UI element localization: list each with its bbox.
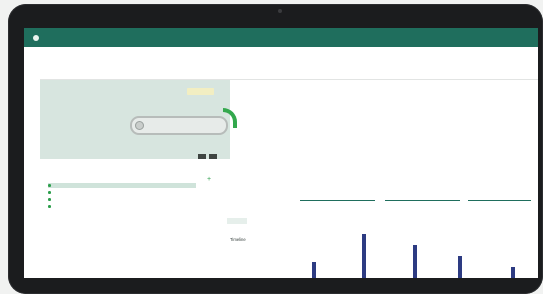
- expand-plus-icon[interactable]: +: [207, 176, 211, 183]
- list-item[interactable]: [48, 197, 196, 202]
- list-item[interactable]: [48, 204, 196, 209]
- list-item[interactable]: [48, 183, 196, 188]
- chart-area: Timeline: [205, 213, 538, 278]
- chart-bar: [362, 234, 366, 278]
- progress-track: [130, 116, 228, 135]
- tab-1[interactable]: [227, 218, 247, 224]
- status-dot-icon: [48, 205, 51, 208]
- status-badge: [187, 88, 214, 95]
- logo-mark-icon: [33, 35, 39, 41]
- status-dot-icon: [48, 191, 51, 194]
- metric-bar-2: [385, 200, 460, 202]
- chart-bar: [413, 245, 417, 278]
- status-dot-icon: [48, 184, 51, 187]
- metric-bar-3: [468, 200, 531, 202]
- chart-bar: [312, 262, 316, 278]
- chart-bar: [511, 267, 515, 278]
- app-screen: + Timeline: [24, 28, 538, 278]
- laptop-frame: + Timeline: [8, 4, 543, 294]
- camera: [278, 9, 282, 13]
- summary-card: [40, 80, 237, 160]
- brand-logo[interactable]: [31, 35, 39, 41]
- summary-panel: [40, 79, 538, 161]
- tab-2[interactable]: [260, 218, 280, 224]
- status-dot-icon: [48, 198, 51, 201]
- gauge-arc-icon: [223, 108, 237, 128]
- chart-title: Timeline: [230, 237, 246, 242]
- detail-header: +: [205, 159, 538, 214]
- metric-bar-1: [300, 200, 375, 202]
- track-knob: [135, 121, 144, 130]
- item-list-panel: [40, 159, 206, 278]
- list-item[interactable]: [48, 190, 196, 195]
- top-nav: [24, 28, 538, 47]
